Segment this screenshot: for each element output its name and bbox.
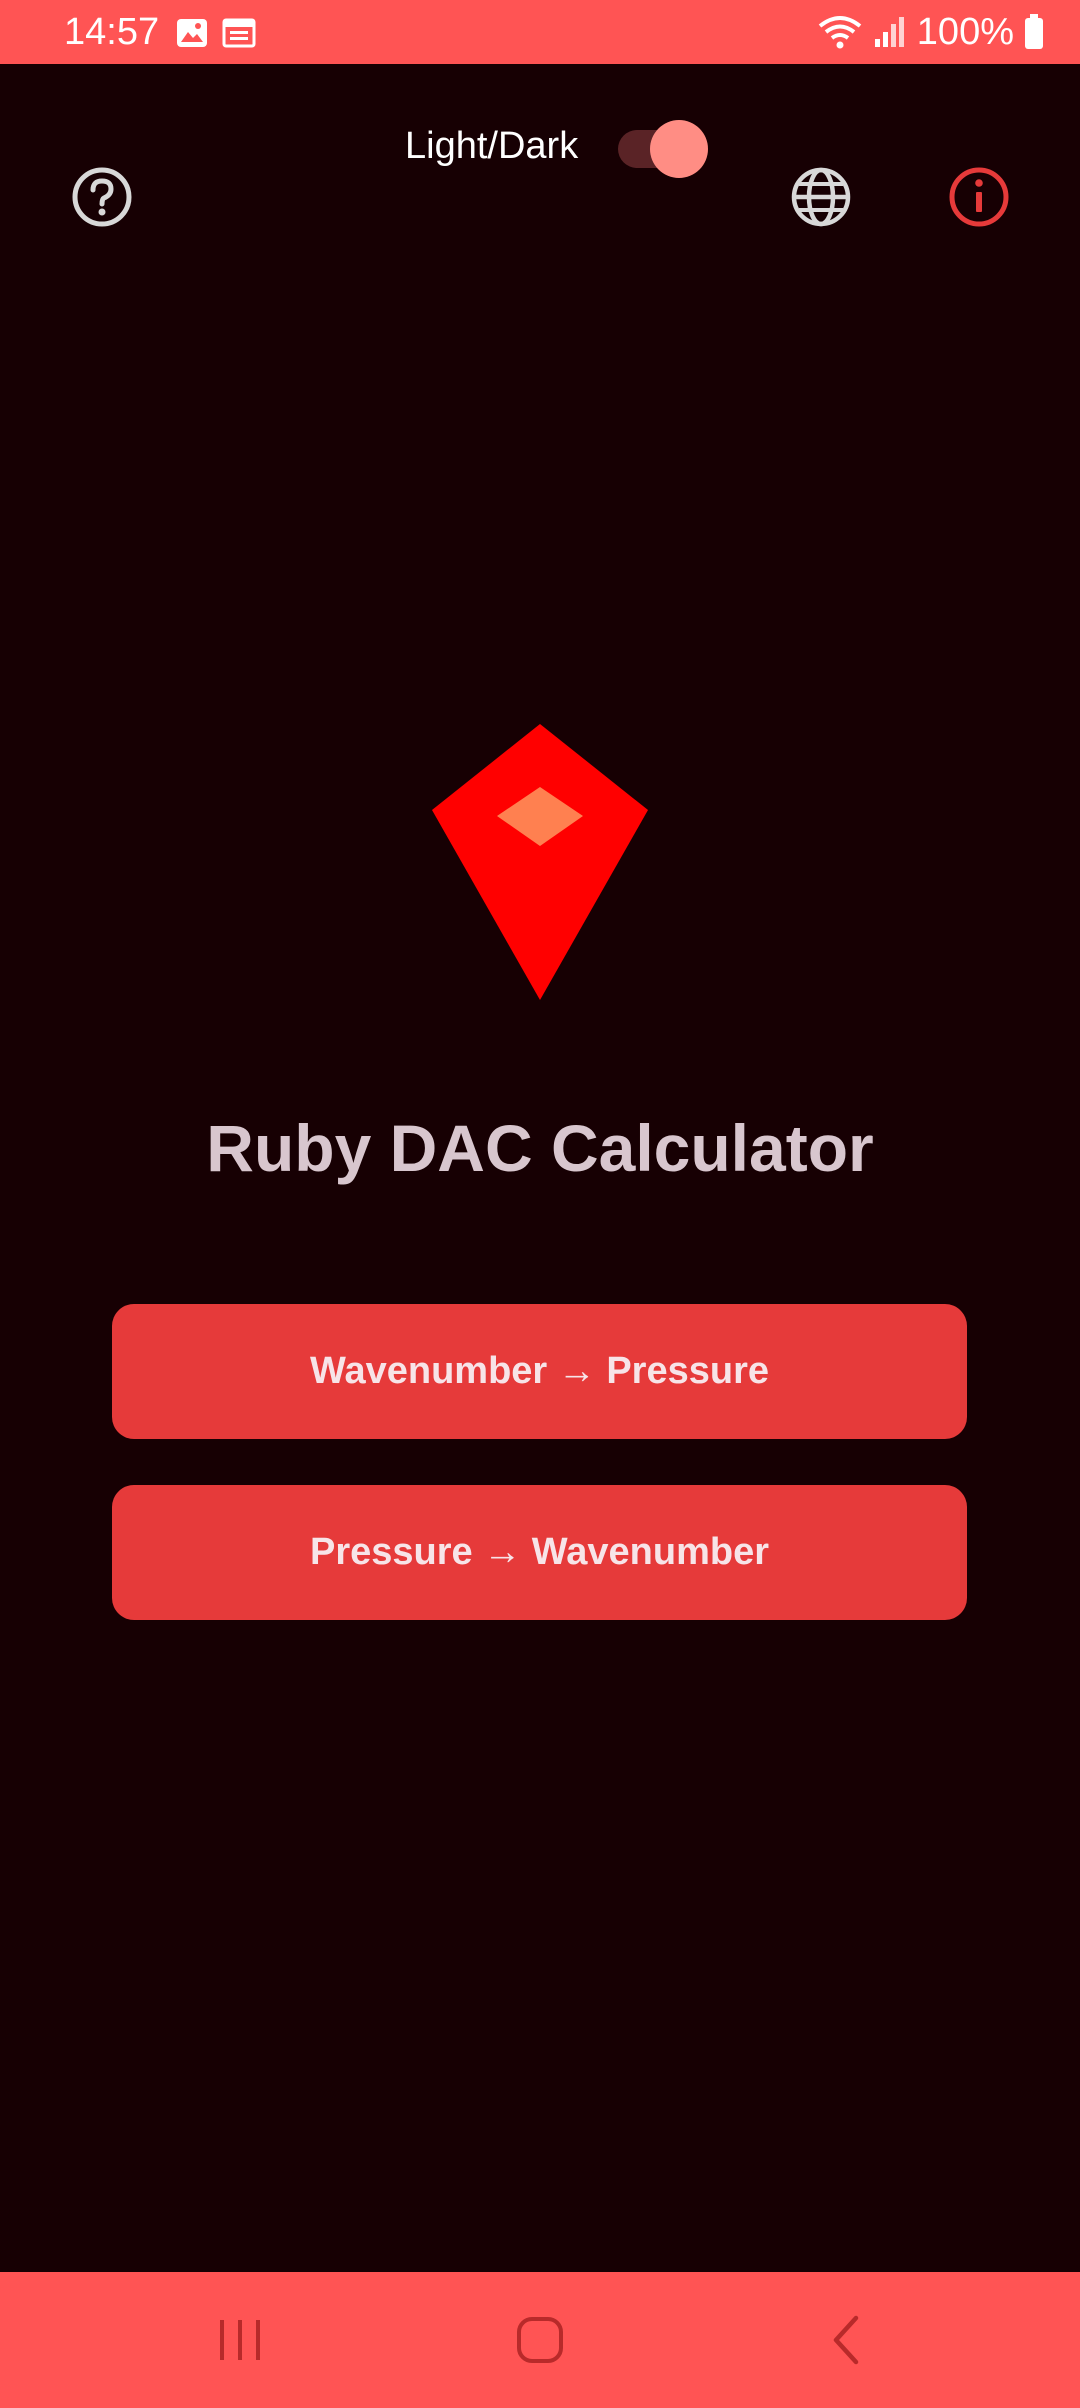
ruby-gem-logo: [432, 724, 648, 1000]
status-notification-icons: [176, 18, 256, 48]
pressure-to-wavenumber-button[interactable]: Pressure → Wavenumber: [112, 1485, 967, 1620]
toggle-thumb: [650, 120, 708, 178]
status-time: 14:57: [64, 11, 160, 53]
signal-icon: [874, 17, 904, 47]
wifi-icon: [818, 16, 862, 49]
recents-icon: [220, 2320, 260, 2360]
calendar-icon: [222, 18, 256, 48]
app-screen: Light/Dark Ruby DAC Calculator Wavenumbe…: [0, 64, 1080, 2272]
battery-icon: [1025, 14, 1043, 49]
status-system-icons: 100%: [817, 10, 1044, 54]
back-button[interactable]: [756, 2272, 936, 2408]
home-button[interactable]: [450, 2272, 630, 2408]
image-icon: [177, 19, 207, 47]
navigation-bar: [0, 2272, 1080, 2408]
theme-toggle-label: Light/Dark: [405, 125, 579, 167]
help-icon[interactable]: [71, 166, 133, 228]
home-icon: [517, 2317, 563, 2363]
info-icon[interactable]: [948, 166, 1010, 228]
status-bar: 14:57 100%: [0, 0, 1080, 64]
theme-toggle[interactable]: [618, 120, 708, 178]
language-icon[interactable]: [790, 166, 852, 228]
back-icon: [833, 2315, 859, 2365]
app-title: Ruby DAC Calculator: [206, 1111, 874, 1185]
battery-percentage: 100%: [916, 11, 1014, 53]
recents-button[interactable]: [150, 2272, 330, 2408]
wavenumber-to-pressure-button[interactable]: Wavenumber → Pressure: [112, 1304, 967, 1439]
